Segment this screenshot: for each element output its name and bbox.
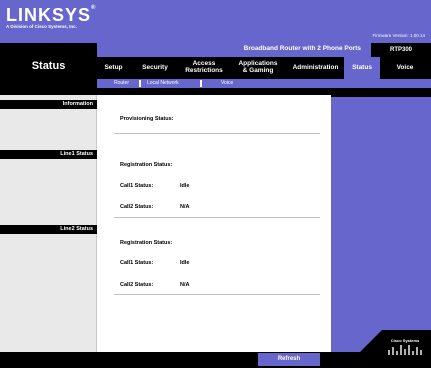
footer-bar: [0, 352, 431, 368]
subtab-local-network[interactable]: Local Network: [147, 80, 179, 86]
section-divider: [114, 294, 320, 295]
tab-security[interactable]: Security: [133, 57, 177, 79]
logo-subtitle: A Division of Cisco Systems, Inc.: [6, 24, 77, 29]
right-panel: [331, 95, 431, 352]
subtab-separator: [139, 80, 141, 87]
subtab-voice[interactable]: Voice: [221, 80, 233, 86]
sidebar-section-label: Information: [62, 101, 93, 107]
section-divider: [114, 217, 320, 218]
product-bar: Broadband Router with 2 Phone Ports RTP3…: [97, 43, 431, 57]
sidebar-section-information: Information: [0, 100, 97, 109]
provisioning-status-label: Provisioning Status:: [120, 116, 174, 122]
sidebar-section-line2: Line2 Status: [0, 225, 97, 234]
linksys-logo: LINKSYS®: [6, 5, 96, 26]
tab-administration[interactable]: Administration: [287, 57, 344, 79]
tab-underline-bar: [97, 88, 431, 95]
line1-call2-value: N/A: [180, 204, 190, 210]
product-name: Broadband Router with 2 Phone Ports: [243, 45, 361, 52]
sidebar: Information Line1 Status Line2 Status: [0, 95, 97, 352]
tab-access-restrictions[interactable]: Access Restrictions: [179, 57, 229, 79]
line1-call2-label: Call2 Status:: [120, 204, 154, 210]
sub-tabs: Router Local Network Voice: [97, 79, 431, 88]
sidebar-section-label: Line2 Status: [60, 226, 93, 232]
line2-call1-value: Idle: [180, 260, 190, 266]
subtab-router[interactable]: Router: [114, 80, 129, 86]
tab-status[interactable]: Status: [344, 57, 380, 79]
model-number: RTP300: [371, 43, 431, 57]
sidebar-section-line1: Line1 Status: [0, 150, 97, 159]
status-content: Provisioning Status: Registration Status…: [98, 95, 331, 352]
line2-call2-value: N/A: [180, 282, 190, 288]
firmware-version: Firmware Version: 1.00.14: [372, 33, 425, 38]
line2-call1-label: Call1 Status:: [120, 260, 154, 266]
main-tabs: Setup Security Access Restrictions Appli…: [97, 57, 431, 79]
line2-registration-label: Registration Status:: [120, 240, 173, 246]
line2-call2-label: Call2 Status:: [120, 282, 154, 288]
logo-registered-mark: ®: [91, 5, 97, 11]
cisco-bridge-icon: [388, 345, 422, 355]
subtab-separator: [200, 80, 202, 87]
tab-applications-gaming[interactable]: Applications & Gaming: [231, 57, 285, 79]
tab-voice[interactable]: Voice: [383, 57, 427, 79]
line1-call1-value: Idle: [180, 183, 190, 189]
page-title: Status: [31, 60, 66, 72]
tab-setup[interactable]: Setup: [97, 57, 130, 79]
right-panel-top-line: [331, 95, 431, 97]
line1-registration-label: Registration Status:: [120, 162, 173, 168]
cisco-systems-logo: Cisco Systems: [382, 338, 428, 364]
refresh-button[interactable]: Refresh: [258, 353, 320, 366]
logo-text: LINKSYS: [6, 5, 92, 25]
section-header-block: Status: [0, 43, 97, 95]
section-divider: [114, 133, 320, 134]
sidebar-section-label: Line1 Status: [60, 151, 93, 157]
line1-call1-label: Call1 Status:: [120, 183, 154, 189]
top-header: LINKSYS® A Division of Cisco Systems, In…: [0, 0, 431, 43]
